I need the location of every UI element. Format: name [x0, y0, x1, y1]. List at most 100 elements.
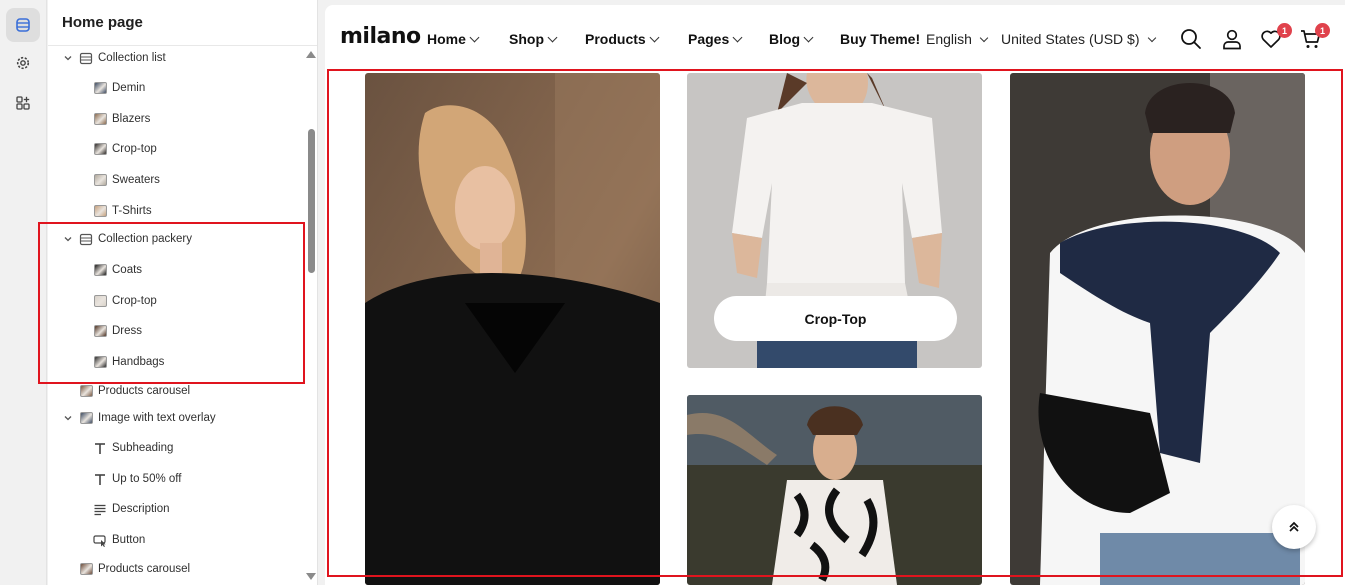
- button-icon: [93, 534, 107, 547]
- section-icon: [79, 233, 93, 246]
- tree-item-label: Collection packery: [98, 233, 192, 245]
- section-item[interactable]: Collection list: [48, 45, 306, 71]
- collection-image-coats[interactable]: [365, 73, 660, 585]
- store-header: milano Home Shop Products Pages Blog Buy…: [325, 5, 1345, 69]
- collection-image-crop-top[interactable]: Crop-Top: [687, 73, 982, 368]
- sections-icon[interactable]: [6, 8, 40, 42]
- chevron-down-icon[interactable]: [63, 234, 73, 244]
- image-thumbnail-icon: [93, 174, 107, 187]
- collection-image-handbags[interactable]: [1010, 73, 1305, 585]
- image-thumbnail-icon: [79, 385, 93, 398]
- scrollbar-track[interactable]: [305, 46, 318, 585]
- image-thumbnail-icon: [79, 412, 93, 425]
- image-thumbnail-icon: [93, 82, 107, 95]
- block-item[interactable]: Subheading: [48, 435, 306, 461]
- block-item[interactable]: T-Shirts: [48, 198, 306, 224]
- scrollbar-thumb[interactable]: [308, 129, 315, 273]
- paragraph-icon: [93, 503, 107, 516]
- block-item[interactable]: Blazers: [48, 106, 306, 132]
- nav-pages[interactable]: Pages: [688, 31, 743, 47]
- wishlist-count-badge: 1: [1277, 23, 1292, 38]
- block-item[interactable]: Crop-top: [48, 288, 306, 314]
- tree-item-label: Image with text overlay: [98, 412, 216, 424]
- block-item[interactable]: Sweaters: [48, 167, 306, 193]
- image-thumbnail-icon: [93, 113, 107, 126]
- nav-home[interactable]: Home: [427, 31, 480, 47]
- nav-pages-label: Pages: [688, 31, 730, 47]
- image-thumbnail-icon: [93, 295, 107, 308]
- block-item[interactable]: Description: [48, 496, 306, 522]
- block-item[interactable]: Up to 50% off: [48, 466, 306, 492]
- currency-label: United States (USD $): [1001, 31, 1140, 47]
- nav-products[interactable]: Products: [585, 31, 660, 47]
- scroll-up-arrow[interactable]: [306, 51, 316, 58]
- store-logo[interactable]: milano: [340, 24, 421, 49]
- apps-icon[interactable]: [6, 86, 40, 120]
- tree-item-label: Handbags: [112, 356, 165, 368]
- nav-blog-label: Blog: [769, 31, 801, 47]
- scroll-down-arrow[interactable]: [306, 573, 316, 580]
- settings-gear-icon[interactable]: [6, 46, 40, 80]
- section-item[interactable]: Products carousel: [48, 378, 306, 404]
- tree-item-label: Description: [112, 503, 170, 515]
- tree-item-label: T-Shirts: [112, 205, 152, 217]
- tree-item-label: Dress: [112, 325, 143, 337]
- section-item[interactable]: Image with text overlay: [48, 405, 306, 431]
- chevron-down-icon[interactable]: [63, 413, 73, 423]
- nav-home-label: Home: [427, 31, 466, 47]
- account-icon[interactable]: [1220, 27, 1244, 51]
- block-item[interactable]: Crop-top: [48, 136, 306, 162]
- block-item[interactable]: Handbags: [48, 349, 306, 375]
- block-item[interactable]: Dress: [48, 318, 306, 344]
- block-item[interactable]: Coats: [48, 257, 306, 283]
- language-selector[interactable]: English: [926, 31, 989, 47]
- text-icon: [93, 442, 107, 455]
- collection-image-dress[interactable]: [687, 395, 982, 585]
- tree-item-label: Button: [112, 534, 146, 546]
- cart-count-badge: 1: [1315, 23, 1330, 38]
- tree-item-label: Crop-top: [112, 295, 157, 307]
- tree-item-label: Blazers: [112, 113, 151, 125]
- chevron-down-icon: [547, 32, 558, 43]
- nav-blog[interactable]: Blog: [769, 31, 814, 47]
- chevron-down-icon: [803, 32, 814, 43]
- nav-products-label: Products: [585, 31, 646, 47]
- tree-item-label: Crop-top: [112, 143, 157, 155]
- block-item[interactable]: Demin: [48, 75, 306, 101]
- editor-rail: [0, 0, 47, 585]
- tree-item-label: Products carousel: [98, 563, 191, 575]
- nav-shop[interactable]: Shop: [509, 31, 558, 47]
- sections-panel: Home page Collection list Demin Blazers Cro…: [48, 0, 318, 585]
- section-item[interactable]: Collection packery: [48, 226, 306, 252]
- tree-item-label: Demin: [112, 82, 146, 94]
- chevron-down-icon: [649, 32, 660, 43]
- crop-top-collection-button[interactable]: Crop-Top: [714, 296, 957, 341]
- image-thumbnail-icon: [93, 264, 107, 277]
- chevron-down-icon: [732, 32, 743, 43]
- search-icon[interactable]: [1179, 27, 1203, 51]
- text-icon: [93, 473, 107, 486]
- scroll-to-top-button[interactable]: [1272, 505, 1316, 549]
- image-thumbnail-icon: [93, 356, 107, 369]
- chevron-down-icon: [469, 32, 480, 43]
- image-thumbnail-icon: [93, 325, 107, 338]
- chevron-down-icon: [1147, 33, 1156, 43]
- nav-shop-label: Shop: [509, 31, 544, 47]
- image-thumbnail-icon: [93, 205, 107, 218]
- tree-item-label: Up to 50% off: [112, 473, 182, 485]
- section-item[interactable]: Products carousel: [48, 556, 306, 582]
- chevron-down-icon[interactable]: [63, 53, 73, 63]
- store-preview: milano Home Shop Products Pages Blog Buy…: [325, 5, 1345, 585]
- image-thumbnail-icon: [79, 563, 93, 576]
- tree-item-label: Subheading: [112, 442, 174, 454]
- nav-buy-theme[interactable]: Buy Theme!: [840, 31, 920, 47]
- tree-item-label: Sweaters: [112, 174, 160, 186]
- language-label: English: [926, 31, 972, 47]
- image-thumbnail-icon: [93, 143, 107, 156]
- chevron-down-icon: [979, 33, 989, 43]
- tree-item-label: Products carousel: [98, 385, 191, 397]
- currency-selector[interactable]: United States (USD $): [1001, 31, 1156, 47]
- panel-title: Home page: [48, 0, 317, 46]
- section-icon: [79, 52, 93, 65]
- block-item[interactable]: Button: [48, 527, 306, 553]
